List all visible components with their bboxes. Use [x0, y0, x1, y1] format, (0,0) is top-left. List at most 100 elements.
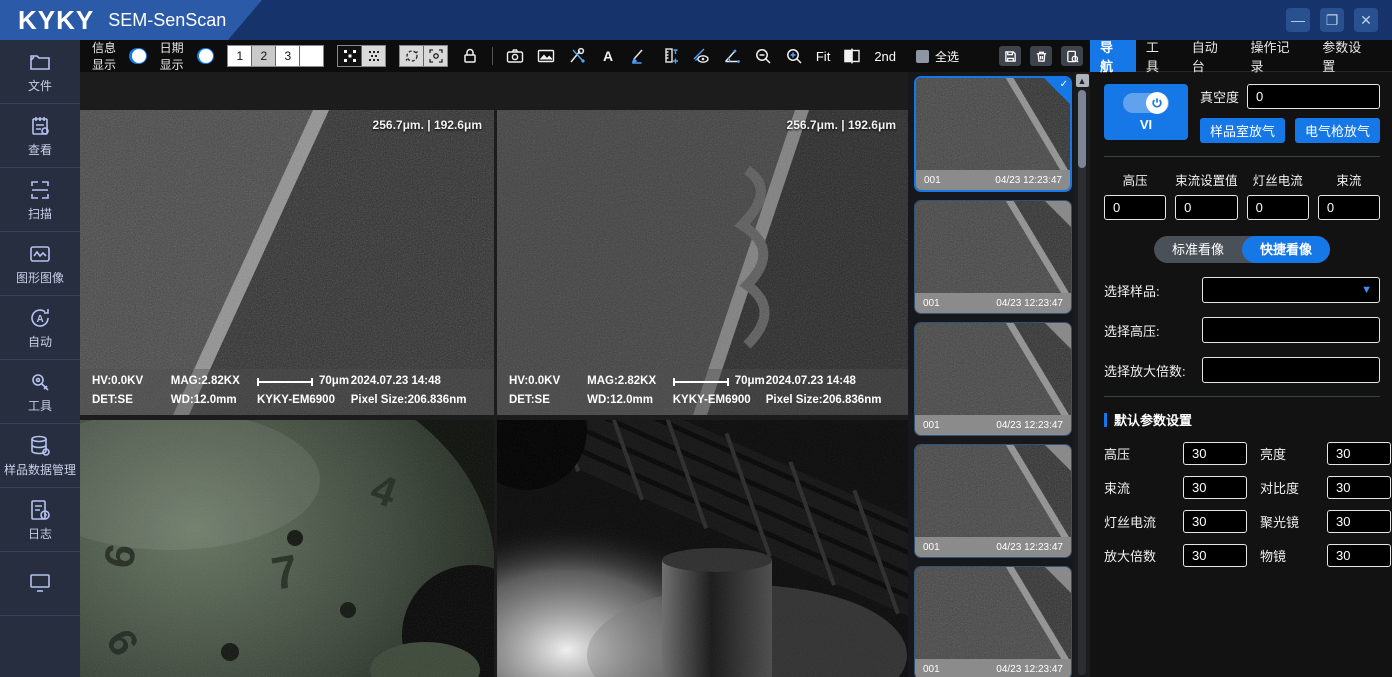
def-beam-input[interactable]: [1183, 476, 1247, 499]
capture-area-icon[interactable]: [424, 46, 447, 66]
sidebar-item-files[interactable]: 文件: [0, 40, 80, 104]
main-toolbar: 信息显示 日期显示 1 2 3: [80, 40, 908, 72]
thumbnail-item-1[interactable]: ✓ 00104/23 12:23:47: [914, 76, 1072, 192]
sidebar-item-tools[interactable]: 工具: [0, 360, 80, 424]
image-icon[interactable]: [537, 46, 555, 66]
filament-input[interactable]: [1247, 195, 1309, 220]
second-detector-button[interactable]: 2nd: [874, 49, 896, 64]
thumbnail-item-2[interactable]: 00104/23 12:23:47: [914, 200, 1072, 314]
standard-imaging-button[interactable]: 标准看像: [1154, 236, 1242, 263]
zoom-out-icon[interactable]: [754, 46, 772, 66]
tools-icon: [28, 370, 52, 394]
sem-image-1[interactable]: 256.7μm. | 192.6μm HV:0.0KVDET:SE MAG:2.…: [80, 110, 494, 415]
hv-input[interactable]: [1104, 195, 1166, 220]
imaging-mode-toggle: 标准看像 快捷看像: [1154, 236, 1330, 263]
vacuum-input[interactable]: [1247, 84, 1380, 109]
select-mag-input[interactable]: [1202, 357, 1380, 383]
monitor-icon: [28, 570, 52, 594]
thumbnail-item-4[interactable]: 00104/23 12:23:47: [914, 444, 1072, 558]
view-4-button[interactable]: [300, 46, 323, 66]
fov-readout: 256.7μm. | 192.6μm: [373, 118, 482, 132]
select-all-checkbox[interactable]: [916, 50, 929, 63]
annotate-icon[interactable]: [630, 46, 648, 66]
scrollbar-thumb[interactable]: [1078, 90, 1086, 168]
center-area: 信息显示 日期显示 1 2 3: [80, 40, 908, 677]
tab-tools[interactable]: 工具: [1136, 40, 1182, 72]
vent-gun-button[interactable]: 电气枪放气: [1295, 118, 1380, 143]
refresh-dashed-icon[interactable]: [400, 46, 423, 66]
section-accent-bar: [1104, 413, 1107, 427]
thumbnail-item-3[interactable]: 00104/23 12:23:47: [914, 322, 1072, 436]
vi-vacuum-button[interactable]: VI: [1104, 84, 1188, 140]
beam-label: 束流: [1318, 170, 1380, 189]
sidebar-item-extra[interactable]: [0, 552, 80, 616]
def-objective-input[interactable]: [1327, 544, 1391, 567]
filament-label: 灯丝电流: [1247, 170, 1309, 189]
sidebar-item-view[interactable]: 查看: [0, 104, 80, 168]
def-contrast-input[interactable]: [1327, 476, 1391, 499]
kyky-logo: KYKY: [18, 5, 94, 36]
thumbnail-item-5[interactable]: 00104/23 12:23:47: [914, 566, 1072, 677]
camera-icon[interactable]: [506, 46, 524, 66]
tab-parameter-settings[interactable]: 参数设置: [1312, 40, 1384, 72]
tools-icon[interactable]: [568, 46, 586, 66]
select-hv-input[interactable]: [1202, 317, 1380, 343]
dither-icon[interactable]: [362, 46, 385, 66]
grid-dots-icon[interactable]: [338, 46, 361, 66]
view-1-button[interactable]: 1: [228, 46, 251, 66]
app-title: SEM-SenScan: [108, 10, 226, 31]
sidebar-item-log[interactable]: 日志: [0, 488, 80, 552]
view-3-button[interactable]: 3: [276, 46, 299, 66]
def-filament-input[interactable]: [1183, 510, 1247, 533]
hv-label: 高压: [1104, 170, 1166, 189]
beam-input[interactable]: [1318, 195, 1380, 220]
svg-text:A: A: [603, 48, 613, 64]
sem-info-overlay: HV:0.0KVDET:SE MAG:2.82KXWD:12.0mm 70μmK…: [80, 369, 494, 415]
angle-icon[interactable]: [723, 46, 741, 66]
ruler-icon[interactable]: [661, 46, 679, 66]
thumbnail-scrollbar[interactable]: ▲: [1074, 72, 1090, 677]
sidebar-item-sample-data[interactable]: 样品数据管理: [0, 424, 80, 488]
def-hv-label: 高压: [1104, 444, 1170, 463]
def-hv-input[interactable]: [1183, 442, 1247, 465]
vent-chamber-button[interactable]: 样品室放气: [1200, 118, 1285, 143]
select-sample-dropdown[interactable]: ▼: [1202, 277, 1380, 303]
chamber-camera-1-render: 4 7 6 9: [80, 420, 494, 677]
sidebar-item-scan[interactable]: 扫描: [0, 168, 80, 232]
lock-icon[interactable]: [461, 46, 479, 66]
zoom-in-icon[interactable]: [785, 46, 803, 66]
scroll-up-icon[interactable]: ▲: [1076, 74, 1089, 87]
quick-imaging-button[interactable]: 快捷看像: [1242, 236, 1330, 263]
tab-operation-log[interactable]: 操作记录: [1241, 40, 1313, 72]
vi-toggle[interactable]: [1123, 93, 1169, 113]
split-view-icon[interactable]: [843, 46, 861, 66]
sidebar-item-image-graph[interactable]: 图形图像: [0, 232, 80, 296]
def-condenser-input[interactable]: [1327, 510, 1391, 533]
def-brightness-input[interactable]: [1327, 442, 1391, 465]
fit-button[interactable]: Fit: [816, 49, 830, 64]
chamber-camera-1[interactable]: 4 7 6 9: [80, 420, 494, 677]
view-2-button[interactable]: 2: [252, 46, 275, 66]
def-mag-input[interactable]: [1183, 544, 1247, 567]
window-controls: — ❐ ✕: [1286, 8, 1378, 32]
maximize-button[interactable]: ❐: [1320, 8, 1344, 32]
thumbnail-id: 001: [923, 542, 940, 553]
sem-image-2[interactable]: 256.7μm. | 192.6μm HV:0.0KVDET:SE MAG:2.…: [497, 110, 908, 415]
measure-icon[interactable]: [692, 46, 710, 66]
sidebar-item-auto[interactable]: A 自动: [0, 296, 80, 360]
thumbnail-time: 04/23 12:23:47: [996, 420, 1063, 431]
save-icon[interactable]: [999, 46, 1021, 66]
chamber-camera-2[interactable]: [497, 420, 908, 677]
trash-icon[interactable]: [1030, 46, 1052, 66]
text-icon[interactable]: A: [599, 46, 617, 66]
info-display-toggle[interactable]: [129, 48, 146, 64]
tab-navigation[interactable]: 导航: [1090, 40, 1136, 72]
minimize-button[interactable]: —: [1286, 8, 1310, 32]
beam-set-input[interactable]: [1175, 195, 1238, 220]
fov-readout: 256.7μm. | 192.6μm: [787, 118, 896, 132]
date-display-toggle[interactable]: [197, 48, 214, 64]
tab-auto-stage[interactable]: 自动台: [1182, 40, 1241, 72]
view-icon: [28, 114, 52, 138]
close-button[interactable]: ✕: [1354, 8, 1378, 32]
preview-icon[interactable]: [1061, 46, 1083, 66]
